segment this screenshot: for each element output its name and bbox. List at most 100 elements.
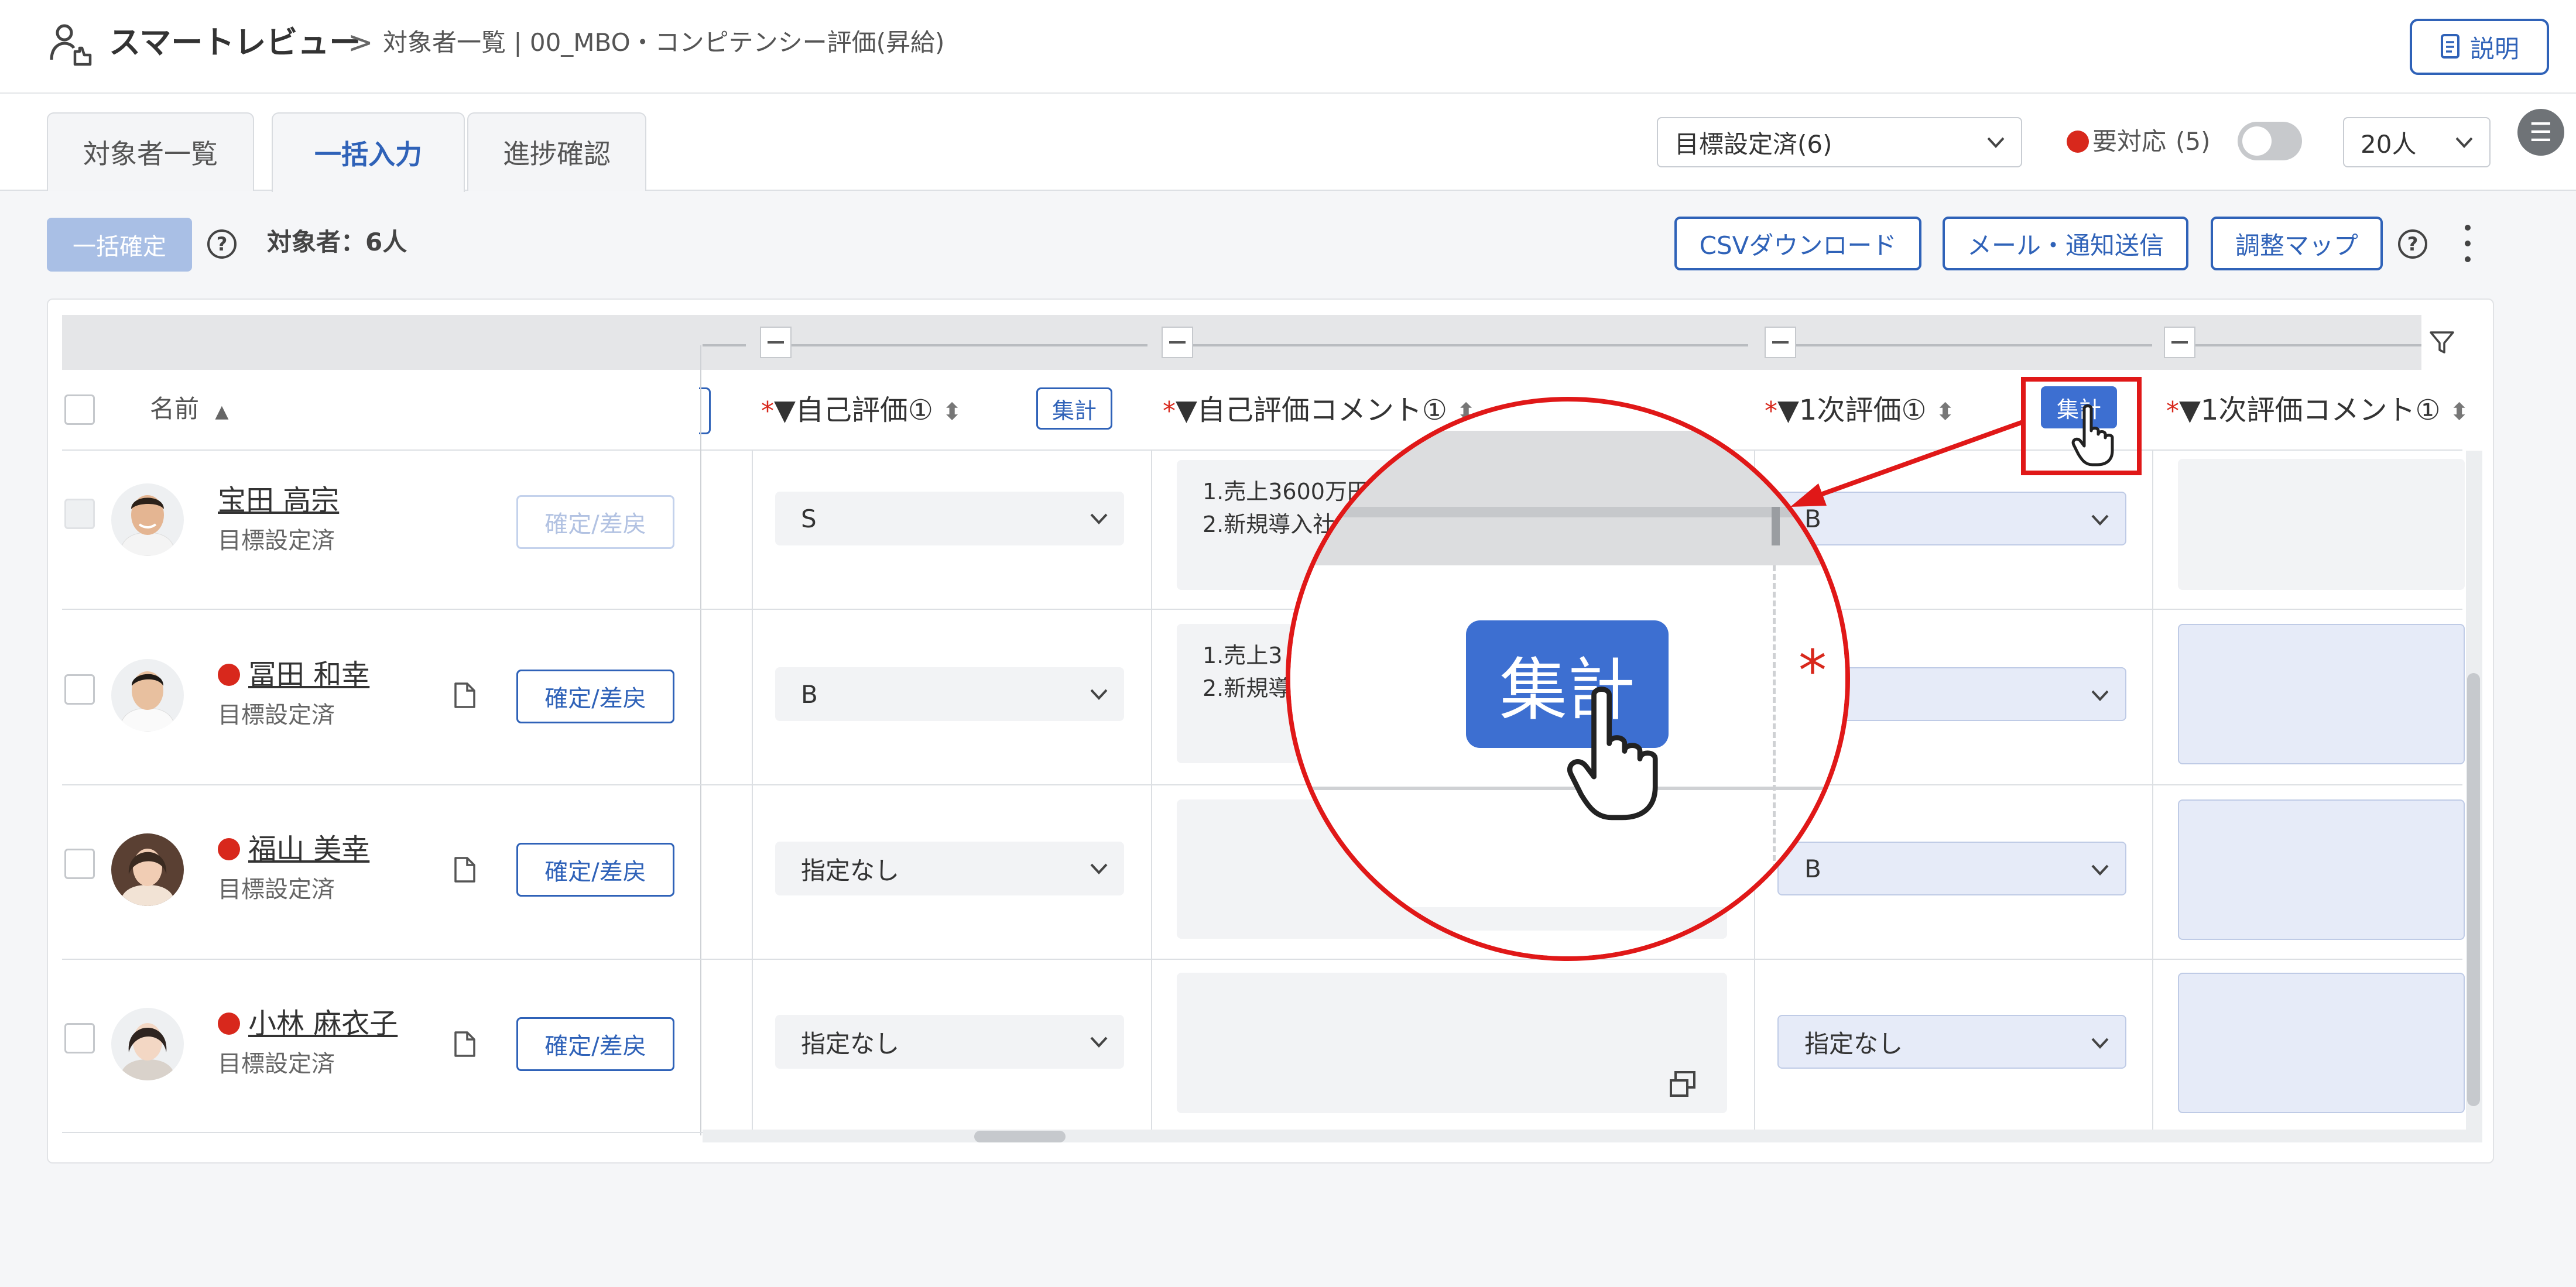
self-eval-select[interactable]: S: [775, 492, 1124, 545]
chevron-down-icon: [1090, 513, 1108, 524]
collapse-group-icon[interactable]: [1162, 327, 1193, 358]
zoomed-bracket: [1320, 507, 1800, 517]
sort-icon[interactable]: ⬍: [2450, 399, 2469, 425]
collapse-group-icon[interactable]: [760, 327, 792, 358]
employee-name-link[interactable]: 福山 美幸: [248, 831, 369, 867]
first-eval-select[interactable]: 指定なし: [1777, 1015, 2126, 1069]
name-header-label: 名前: [150, 394, 200, 423]
help-question-icon[interactable]: ?: [2398, 229, 2427, 259]
self-eval-select[interactable]: B: [775, 667, 1124, 721]
alert-dot-icon: [2067, 131, 2089, 153]
employee-status: 目標設定済: [218, 702, 335, 729]
chevron-down-icon: [2455, 137, 2473, 148]
alert-dot-icon: [218, 838, 240, 860]
alert-dot-icon: [218, 1013, 240, 1035]
first-eval-comment-field[interactable]: [2178, 973, 2465, 1113]
tab-bulk-input[interactable]: 一括入力: [272, 112, 465, 192]
column-divider: [2152, 451, 2153, 1130]
needs-action-toggle[interactable]: [2238, 122, 2302, 160]
mail-notify-button[interactable]: メール・通知送信: [1943, 217, 2188, 270]
employee-name-link[interactable]: 冨田 和幸: [248, 657, 369, 693]
confirm-return-button[interactable]: 確定/差戻: [516, 1017, 674, 1071]
chevron-down-icon: [1090, 689, 1108, 700]
help-button[interactable]: 説明: [2410, 19, 2549, 75]
self-eval-value: 指定なし: [801, 856, 900, 885]
employee-status: 目標設定済: [218, 876, 335, 903]
filter-icon[interactable]: [2421, 315, 2462, 370]
first-eval-comment-field[interactable]: [2178, 799, 2465, 940]
first-eval-comment-header-label: ▼1次評価コメント①: [2179, 394, 2441, 427]
confirm-return-button[interactable]: 確定/差戻: [516, 670, 674, 723]
breadcrumb: 対象者一覧 | 00_MBO・コンピテンシー評価(昇給): [383, 28, 945, 57]
needs-action-count: (5): [2176, 127, 2211, 156]
first-eval-comment-column-header[interactable]: *▼1次評価コメント① ⬍: [2166, 390, 2469, 433]
status-filter-select[interactable]: 目標設定済(6): [1657, 117, 2022, 167]
self-eval-select[interactable]: 指定なし: [775, 842, 1124, 895]
column-divider: [752, 451, 753, 1130]
self-eval-comment-column-header[interactable]: *▼自己評価コメント① ⬍: [1163, 390, 1476, 433]
employee-status: 目標設定済: [218, 1051, 335, 1077]
horizontal-scroll-thumb[interactable]: [974, 1131, 1066, 1142]
sort-asc-icon: ▲: [215, 401, 229, 422]
group-bracket: [2193, 344, 2421, 346]
row-checkbox[interactable]: [64, 674, 95, 705]
avatar: [111, 483, 184, 556]
self-eval-select[interactable]: 指定なし: [775, 1015, 1124, 1069]
row-checkbox[interactable]: [64, 1023, 95, 1053]
self-eval-value: 指定なし: [801, 1029, 900, 1058]
frozen-column-divider: [700, 345, 701, 1135]
hand-cursor-icon: [1567, 687, 1658, 821]
confirm-return-button[interactable]: 確定/差戻: [516, 843, 674, 897]
horizontal-scrollbar[interactable]: [703, 1130, 2482, 1142]
needs-action-label: 要対応: [2092, 127, 2167, 156]
name-column-header[interactable]: 名前 ▲: [150, 389, 228, 433]
required-mark: *: [1765, 396, 1777, 426]
chevron-down-icon: [2091, 690, 2109, 701]
self-eval-tally-button[interactable]: 集計: [1036, 387, 1112, 430]
tab-target-list[interactable]: 対象者一覧: [47, 112, 254, 191]
help-label: 説明: [2469, 34, 2519, 63]
file-icon[interactable]: [453, 856, 477, 884]
help-question-icon[interactable]: ?: [207, 229, 237, 259]
select-all-checkbox[interactable]: [64, 394, 95, 425]
first-eval-value: 指定なし: [1804, 1029, 1903, 1058]
tab-progress[interactable]: 進捗確認: [467, 112, 646, 191]
more-options-icon[interactable]: [2459, 225, 2476, 262]
target-count: 対象者：6人: [267, 228, 407, 256]
required-mark: *: [1163, 396, 1176, 426]
first-eval-comment-field[interactable]: [2178, 624, 2465, 764]
group-bracket: [703, 344, 746, 346]
group-bracket: [1795, 344, 2152, 346]
chevron-down-icon: [2091, 864, 2109, 876]
chevron-down-icon: [2091, 514, 2109, 526]
employee-name-link[interactable]: 小林 麻衣子: [248, 1005, 398, 1042]
alert-dot-icon: [218, 664, 240, 686]
collapse-group-icon[interactable]: [1765, 327, 1796, 358]
per-page-select[interactable]: 20人: [2343, 117, 2491, 167]
row-checkbox[interactable]: [64, 849, 95, 879]
avatar: [111, 833, 184, 906]
user-review-icon: [50, 24, 92, 66]
self-eval-value: S: [801, 504, 817, 533]
employee-name-link[interactable]: 宝田 高宗: [218, 482, 339, 519]
app-title[interactable]: スマートレビュー: [109, 22, 361, 63]
csv-download-button[interactable]: CSVダウンロード: [1674, 217, 1921, 270]
sort-icon[interactable]: ⬍: [942, 399, 962, 425]
status-filter-value: 目標設定済(6): [1674, 129, 1832, 159]
zoomed-header-band: [1290, 431, 1845, 565]
file-icon[interactable]: [453, 681, 477, 709]
adjust-map-button[interactable]: 調整マップ: [2211, 217, 2383, 270]
confirm-return-button[interactable]: 確定/差戻: [516, 495, 674, 549]
self-eval-column-header[interactable]: *▼自己評価① ⬍: [761, 390, 962, 433]
expand-icon[interactable]: [1667, 1069, 1698, 1099]
chevron-down-icon: [1090, 863, 1108, 874]
file-icon[interactable]: [453, 1030, 477, 1058]
vertical-scroll-thumb[interactable]: [2467, 673, 2480, 1106]
collapse-group-icon[interactable]: [2164, 327, 2195, 358]
row-checkbox[interactable]: [64, 499, 95, 529]
bulk-confirm-button[interactable]: 一括確定: [47, 218, 192, 272]
first-eval-comment-field[interactable]: [2178, 459, 2465, 590]
self-eval-comment-field[interactable]: [1177, 973, 1727, 1113]
row-divider: [62, 959, 2462, 960]
menu-icon[interactable]: ☰: [2517, 109, 2564, 156]
